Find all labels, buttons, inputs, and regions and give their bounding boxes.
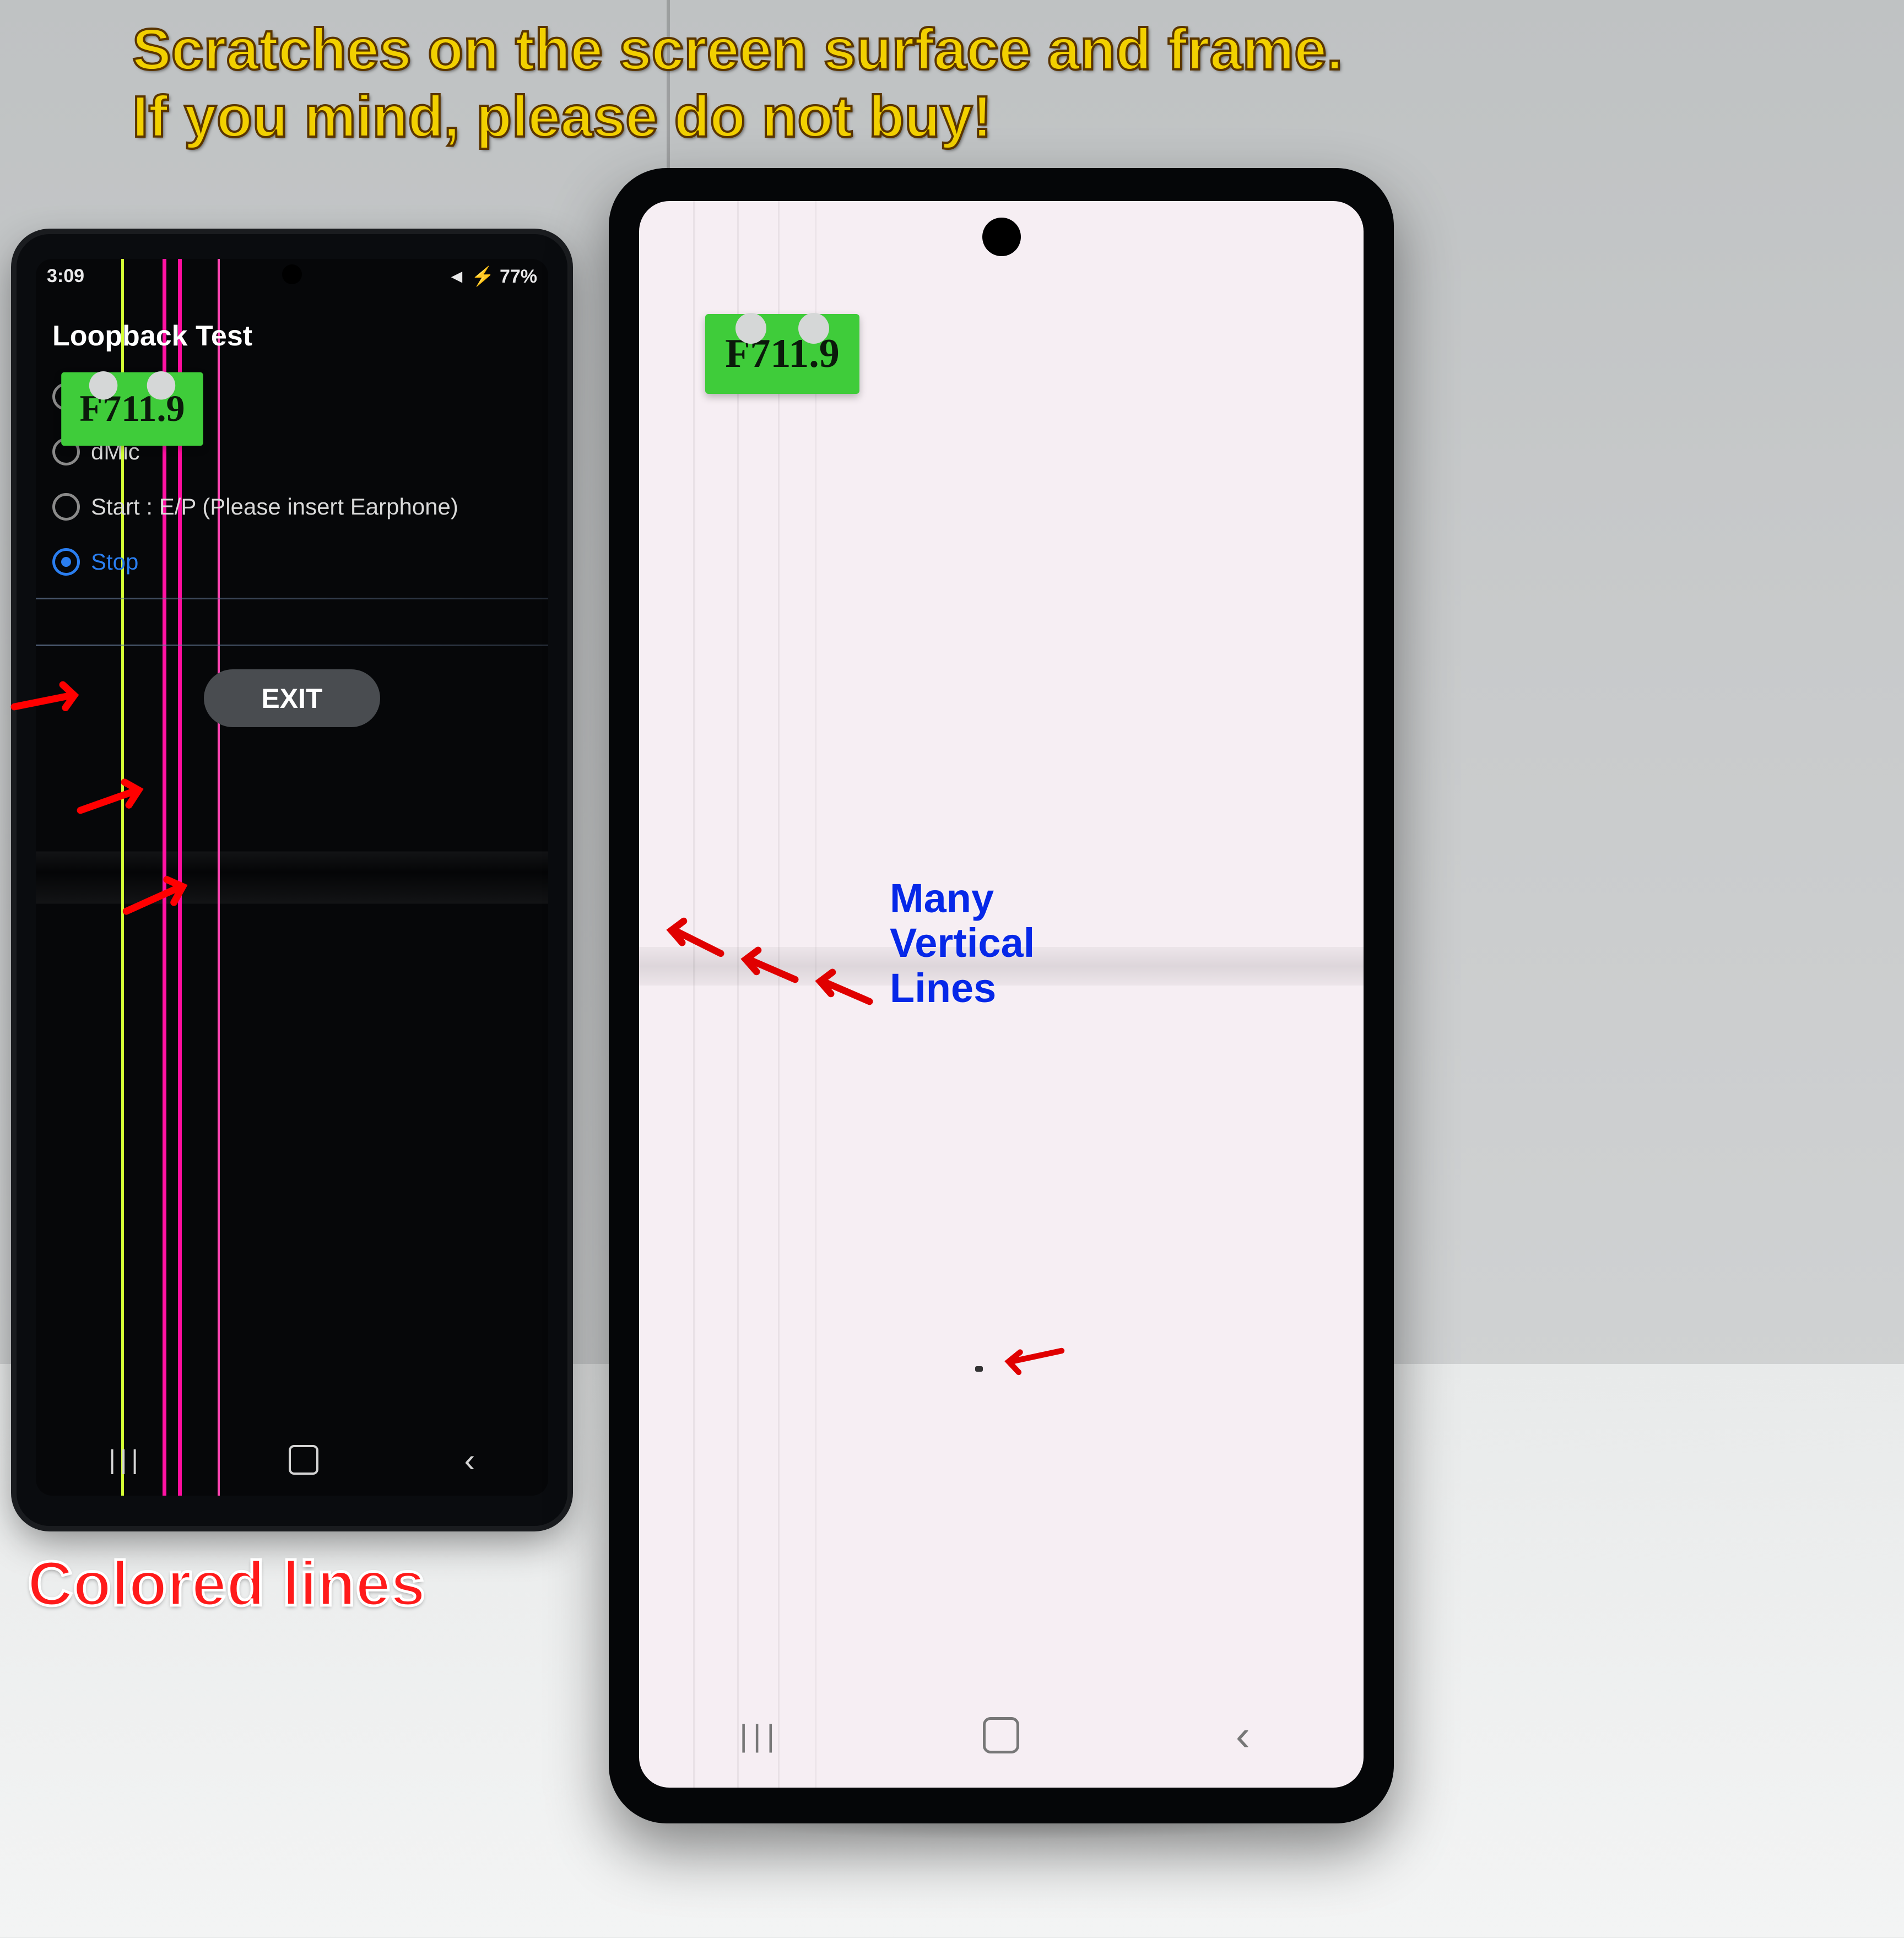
warning-line-1: Scratches on the screen surface and fram… [132,17,1860,84]
arrow-icon [653,898,730,975]
divider [36,645,548,646]
status-bar: 3:09 ◄ ⚡ 77% [47,266,537,288]
price-tag-right: F711.9 [705,314,859,394]
exit-button[interactable]: EXIT [204,669,380,727]
fold-crease [36,851,548,903]
defect-vertical-line [693,201,695,1788]
vertical-lines-label: Many Vertical Lines [890,876,1035,1010]
defect-line-pink-3 [218,259,220,1496]
radio-stop[interactable]: Stop [52,548,138,576]
arrow-icon [992,1322,1074,1394]
recents-icon[interactable]: ||| [741,1717,778,1754]
home-icon[interactable] [289,1445,318,1475]
android-nav-bar: ||| ‹ [639,1702,1364,1768]
price-tag-left: F711.9 [61,372,203,446]
radio-ep[interactable]: Start : E/P (Please insert Earphone) [52,493,458,521]
status-right: ◄ ⚡ 77% [447,266,537,288]
divider [36,598,548,599]
android-nav-bar: ||| ‹ [36,1435,548,1485]
status-time: 3:09 [47,266,84,288]
arrow-icon [72,757,160,846]
home-icon[interactable] [982,1717,1020,1754]
back-icon[interactable]: ‹ [464,1441,475,1479]
warning-line-2: If you mind, please do not buy! [132,84,1860,151]
recents-icon[interactable]: ||| [109,1445,142,1475]
screen-title: Loopback Test [52,320,252,353]
arrow-icon [116,857,204,945]
arrow-icon [727,925,804,1003]
warning-overlay: Scratches on the screen surface and fram… [132,17,1860,151]
radio-icon [52,493,80,521]
camera-hole-icon [982,218,1021,256]
arrow-icon [802,948,879,1025]
left-caption: Colored lines [28,1548,425,1620]
defect-speck [975,1366,983,1372]
back-icon[interactable]: ‹ [1224,1717,1262,1754]
radio-icon [52,548,80,576]
arrow-icon [6,658,94,746]
left-phone: 3:09 ◄ ⚡ 77% Loopback Test Mic dMic Star… [17,234,567,1526]
